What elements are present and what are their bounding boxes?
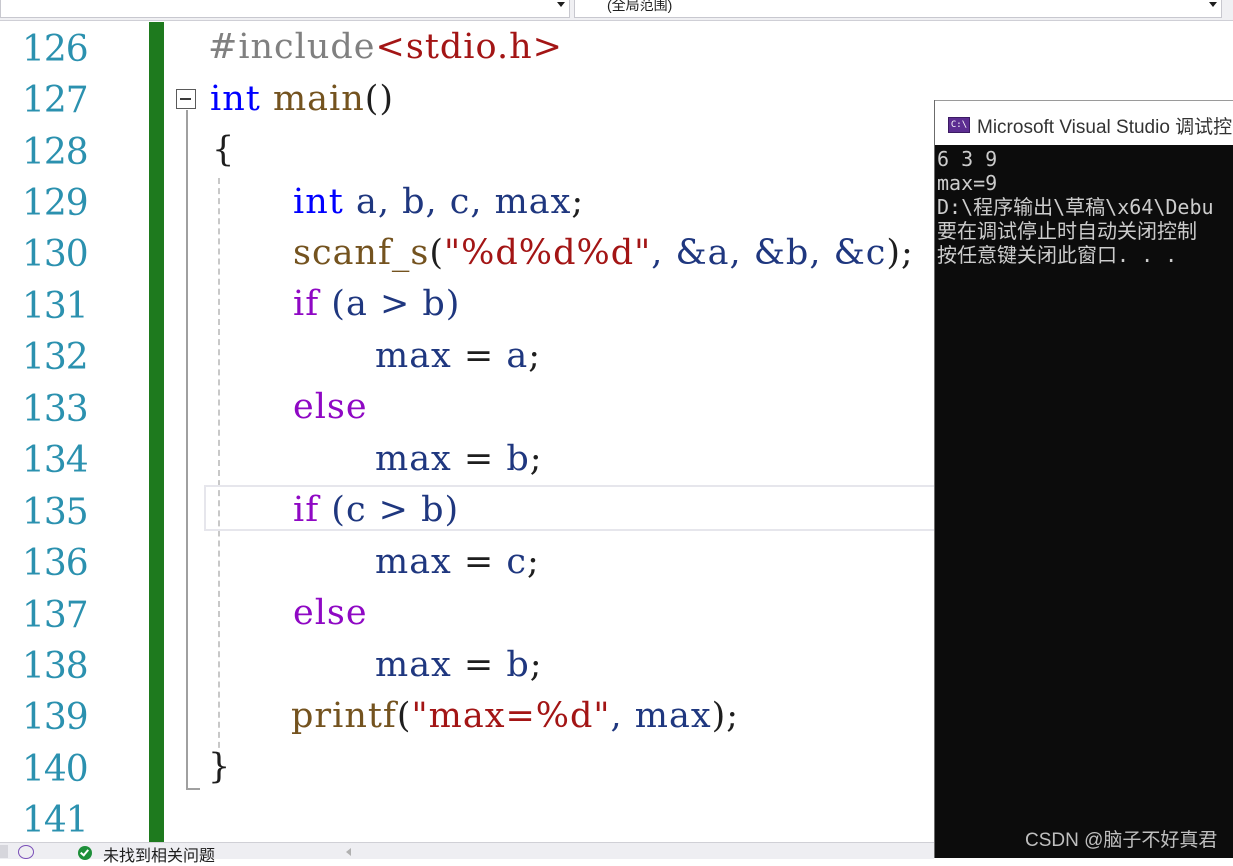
line-number: 139 — [22, 697, 89, 738]
code-line: max = c; — [375, 542, 540, 582]
scope-label: (全局范围) — [607, 0, 673, 13]
collapse-toggle-icon[interactable] — [176, 89, 196, 109]
code-line: } — [208, 747, 232, 787]
line-number: 132 — [22, 337, 89, 378]
line-number: 130 — [22, 234, 89, 275]
line-number: 136 — [22, 543, 89, 584]
line-number: 133 — [22, 389, 89, 430]
project-scope-dropdown[interactable] — [0, 0, 570, 18]
code-line: int main() — [210, 79, 395, 119]
code-line: int a, b, c, max; — [293, 182, 585, 222]
console-line: 按任意键关闭此窗口. . . — [937, 243, 1178, 267]
console-line: max=9 — [937, 171, 998, 195]
watermark: CSDN @脑子不好真君 — [1025, 830, 1218, 851]
console-line: 6 3 9 — [937, 147, 998, 171]
copilot-icon[interactable] — [18, 845, 34, 859]
scroll-left-icon[interactable] — [346, 848, 351, 856]
line-number: 131 — [22, 286, 89, 327]
line-number: 134 — [22, 440, 89, 481]
code-line: printf("max=%d", max); — [291, 696, 740, 736]
debug-console-window[interactable]: C:\ Microsoft Visual Studio 调试控 6 3 9 ma… — [934, 100, 1233, 858]
code-line: #include<stdio.h> — [208, 27, 563, 67]
console-title: Microsoft Visual Studio 调试控 — [977, 117, 1233, 138]
line-number: 126 — [22, 29, 89, 70]
line-number: 141 — [22, 800, 89, 841]
console-line: 要在调试停止时自动关闭控制 — [937, 219, 1197, 243]
change-tracking-bar — [149, 22, 164, 842]
code-line: max = b; — [375, 439, 543, 479]
console-output: 6 3 9 max=9 D:\程序输出\草稿\x64\Debu 要在调试停止时自… — [937, 147, 1233, 267]
code-line: { — [212, 130, 236, 170]
code-line: else — [293, 387, 368, 427]
line-number: 138 — [22, 646, 89, 687]
code-line: if (c > b) — [293, 490, 460, 530]
global-scope-dropdown[interactable]: (全局范围) — [574, 0, 1222, 18]
navigation-bar: (全局范围) — [0, 0, 1233, 21]
code-line: scanf_s("%d%d%d", &a, &b, &c); — [293, 233, 914, 273]
outline-fold-line — [186, 110, 188, 790]
code-line: if (a > b) — [293, 284, 461, 324]
line-number: 140 — [22, 749, 89, 790]
chevron-down-icon — [1209, 2, 1217, 7]
line-number: 127 — [22, 80, 89, 121]
chevron-down-icon — [557, 2, 565, 7]
outline-fold-end — [186, 788, 200, 790]
line-number: 135 — [22, 492, 89, 533]
line-number: 137 — [22, 595, 89, 636]
console-app-icon: C:\ — [948, 117, 970, 133]
indent-guide — [218, 178, 220, 758]
console-line: D:\程序输出\草稿\x64\Debu — [937, 195, 1214, 219]
issues-status[interactable]: 未找到相关问题 — [103, 842, 215, 866]
code-line: max = a; — [375, 336, 542, 376]
code-line: max = b; — [375, 645, 543, 685]
line-number: 129 — [22, 183, 89, 224]
code-line: else — [293, 593, 368, 633]
zoom-dropdown[interactable] — [0, 845, 8, 858]
console-title-bar[interactable]: C:\ Microsoft Visual Studio 调试控 — [935, 100, 1233, 145]
line-number: 128 — [22, 132, 89, 173]
